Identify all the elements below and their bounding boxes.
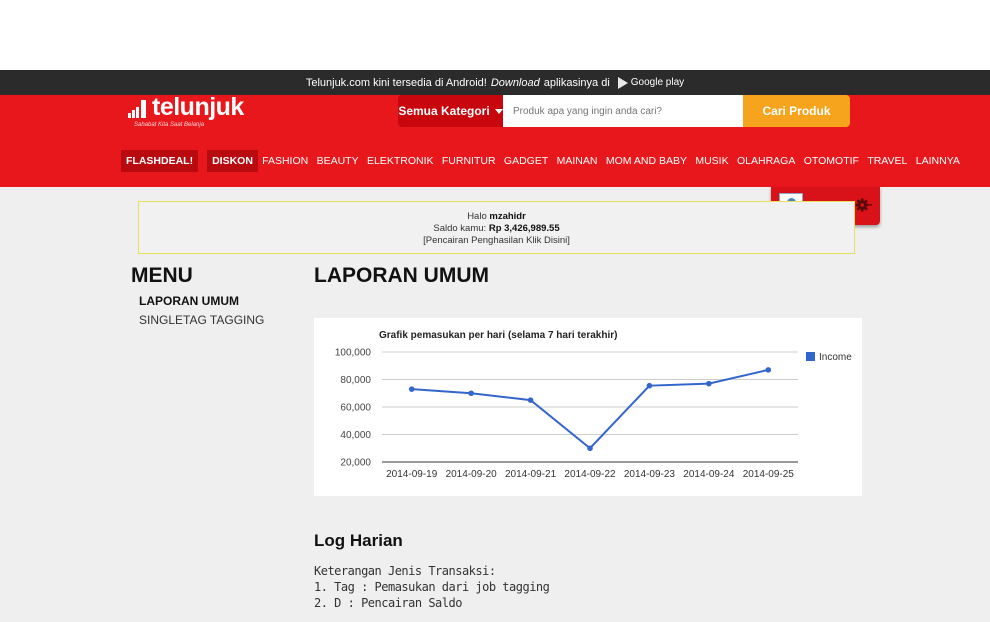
- x-tick-label: 2014-09-19: [386, 469, 438, 480]
- log-line-1: Keterangan Jenis Transaksi:: [314, 564, 496, 578]
- nav-item-musik[interactable]: MUSIK: [691, 150, 733, 172]
- legend-label: Income: [819, 352, 852, 363]
- x-tick-label: 2014-09-24: [683, 469, 735, 480]
- menu-item-laporan-umum[interactable]: LAPORAN UMUM: [139, 294, 239, 308]
- income-data-point: [765, 367, 772, 373]
- y-tick-label: 100,000: [335, 348, 372, 359]
- search-button[interactable]: Cari Produk: [743, 95, 850, 127]
- announcement-text-after: aplikasinya di: [543, 76, 610, 89]
- income-data-point: [527, 397, 534, 403]
- log-line-2: 1. Tag : Pemasukan dari job tagging: [314, 580, 550, 594]
- chevron-down-icon: [494, 108, 503, 114]
- y-tick-label: 40,000: [340, 430, 371, 441]
- page-title: LAPORAN UMUM: [314, 264, 489, 287]
- nav-item-fashion[interactable]: FASHION: [258, 150, 312, 172]
- gear-icon[interactable]: [855, 196, 873, 214]
- nav-item-olahraga[interactable]: OLAHRAGA: [733, 150, 800, 172]
- income-data-point: [468, 390, 474, 397]
- nav-item-gadget[interactable]: GADGET: [500, 150, 553, 172]
- income-data-point: [706, 380, 712, 387]
- income-chart-svg: Grafik pemasukan per hari (selama 7 hari…: [335, 330, 852, 480]
- announcement-text: Telunjuk.com kini tersedia di Android!: [305, 76, 487, 89]
- x-tick-label: 2014-09-20: [446, 469, 498, 480]
- logo-tagline: Sahabat Kita Saat Belanja: [134, 122, 205, 128]
- site-logo[interactable]: telunjuk Sahabat Kita Saat Belanja: [128, 93, 268, 131]
- greeting-line: Halo mzahidr: [139, 211, 854, 223]
- nav-item-furnitur[interactable]: FURNITUR: [438, 150, 500, 172]
- x-tick-label: 2014-09-23: [624, 469, 676, 480]
- log-title: Log Harian: [314, 531, 403, 550]
- nav-item-lainnya[interactable]: LAINNYA: [912, 150, 965, 172]
- google-play-icon: [617, 76, 628, 89]
- withdraw-link[interactable]: [Pencairan Penghasilan Klik Disini]: [139, 235, 854, 247]
- blank-top-area: [0, 0, 990, 70]
- x-tick-label: 2014-09-21: [505, 469, 557, 480]
- announcement-bar: Telunjuk.com kini tersedia di Android! D…: [0, 70, 990, 95]
- logo-signal-icon: [128, 100, 148, 118]
- category-label: Semua Kategori: [398, 104, 490, 118]
- nav-item-elektronik[interactable]: ELEKTRONIK: [363, 150, 438, 172]
- google-play-label: Google play: [630, 77, 685, 88]
- menu-title: MENU: [131, 264, 193, 287]
- chart-title: Grafik pemasukan per hari (selama 7 hari…: [379, 330, 617, 341]
- nav-item-otomotif[interactable]: OTOMOTIF: [800, 150, 864, 172]
- y-tick-label: 80,000: [340, 375, 371, 386]
- nav-item-travel[interactable]: TRAVEL: [863, 150, 911, 172]
- balance-notice: Halo mzahidr Saldo kamu: Rp 3,426,989.55…: [138, 201, 855, 254]
- greeting-halo: Halo: [467, 211, 487, 222]
- logo-text: telunjuk: [152, 93, 244, 121]
- income-chart: Grafik pemasukan per hari (selama 7 hari…: [314, 318, 862, 496]
- saldo-line: Saldo kamu: Rp 3,426,989.55: [139, 223, 854, 235]
- log-line-3: 2. D : Pencairan Saldo: [314, 596, 462, 610]
- x-tick-label: 2014-09-22: [564, 469, 616, 480]
- category-dropdown[interactable]: Semua Kategori: [398, 95, 503, 127]
- x-tick-label: 2014-09-25: [743, 469, 795, 480]
- legend-swatch: [806, 352, 815, 361]
- announcement-download: Download: [490, 76, 540, 89]
- category-nav: FLASHDEAL! DISKON FASHION BEAUTY ELEKTRO…: [121, 150, 964, 172]
- nav-item-mom-and-baby[interactable]: MOM AND BABY: [602, 150, 691, 172]
- greeting-username: mzahidr: [489, 211, 526, 222]
- nav-flashdeal[interactable]: FLASHDEAL!: [121, 150, 199, 172]
- search-input[interactable]: [503, 95, 743, 127]
- saldo-value: Rp 3,426,989.55: [488, 223, 560, 234]
- income-series-line: [411, 368, 769, 450]
- menu-item-singletag-tagging[interactable]: SINGLETAG TAGGING: [139, 313, 264, 327]
- income-data-point: [408, 386, 415, 392]
- google-play-badge[interactable]: Google play: [617, 76, 685, 89]
- income-data-point: [646, 382, 653, 389]
- nav-item-mainan[interactable]: MAINAN: [552, 150, 601, 172]
- saldo-label: Saldo kamu:: [433, 223, 487, 234]
- nav-diskon[interactable]: DISKON: [207, 150, 258, 172]
- site-header: telunjuk Sahabat Kita Saat Belanja Semua…: [0, 93, 990, 187]
- income-data-point: [587, 445, 593, 452]
- y-tick-label: 60,000: [340, 403, 371, 414]
- y-tick-label: 20,000: [340, 458, 371, 469]
- nav-item-beauty[interactable]: BEAUTY: [312, 150, 362, 172]
